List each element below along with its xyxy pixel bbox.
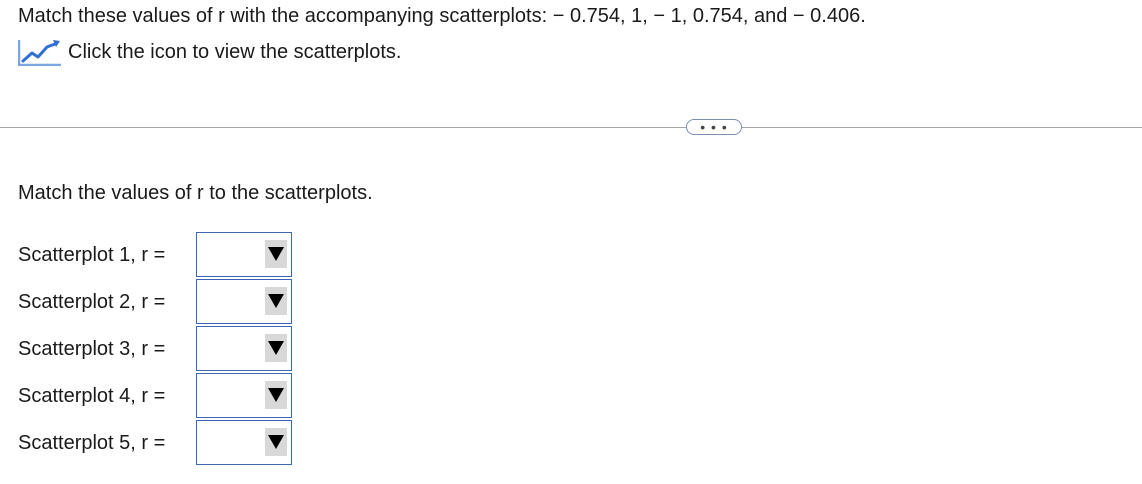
dropdown-arrow-icon[interactable]	[265, 240, 287, 268]
r-select-1[interactable]	[196, 232, 292, 277]
row-label: Scatterplot 2, r =	[18, 290, 166, 313]
row-label: Scatterplot 1, r =	[18, 243, 166, 266]
dropdown-arrow-icon[interactable]	[265, 334, 287, 362]
section-divider	[0, 127, 1142, 128]
chart-line-icon[interactable]	[18, 38, 62, 66]
row-label: Scatterplot 4, r =	[18, 384, 166, 407]
more-button[interactable]: • • •	[686, 119, 742, 135]
dropdown-arrow-icon[interactable]	[265, 287, 287, 315]
r-select-2[interactable]	[196, 279, 292, 324]
r-select-3[interactable]	[196, 326, 292, 371]
answer-row-3: Scatterplot 3, r =	[18, 325, 292, 372]
answer-row-2: Scatterplot 2, r =	[18, 278, 292, 325]
answer-row-4: Scatterplot 4, r =	[18, 372, 292, 419]
view-scatterplots-link[interactable]: Click the icon to view the scatterplots.	[18, 38, 401, 66]
row-label: Scatterplot 5, r =	[18, 431, 166, 454]
dropdown-arrow-icon[interactable]	[265, 428, 287, 456]
answer-row-1: Scatterplot 1, r =	[18, 231, 292, 278]
answer-rows: Scatterplot 1, r = Scatterplot 2, r = Sc…	[18, 231, 292, 466]
section-heading: Match the values of r to the scatterplot…	[18, 182, 373, 204]
row-label: Scatterplot 3, r =	[18, 337, 166, 360]
question-text: Match these values of r with the accompa…	[18, 5, 866, 27]
r-select-4[interactable]	[196, 373, 292, 418]
dropdown-arrow-icon[interactable]	[265, 381, 287, 409]
view-scatterplots-text[interactable]: Click the icon to view the scatterplots.	[68, 40, 401, 64]
answer-row-5: Scatterplot 5, r =	[18, 419, 292, 466]
r-select-5[interactable]	[196, 420, 292, 465]
